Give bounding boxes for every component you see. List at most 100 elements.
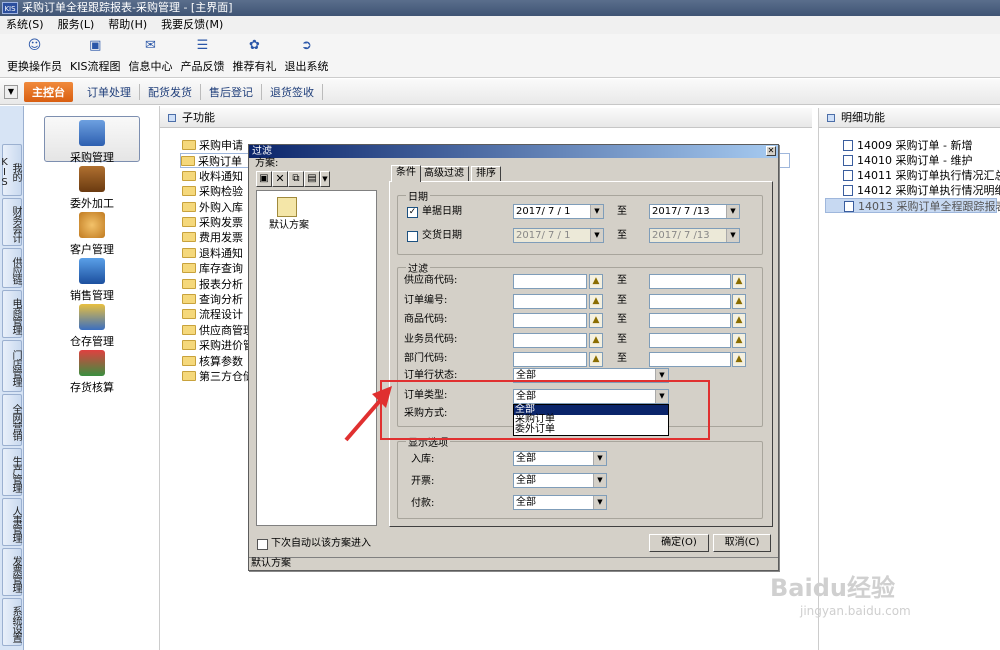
bill-date-checkbox[interactable]: ✓ [407, 207, 418, 218]
module-warehouse[interactable]: 仓存管理 [44, 304, 140, 349]
lookup-icon[interactable]: ▲ [589, 293, 603, 309]
delete-icon[interactable]: ✕ [272, 171, 288, 187]
delivery-date-to[interactable]: 2017/ 7 /13 ▼ [649, 228, 740, 243]
subfunction-item[interactable]: 库存查询 [182, 261, 243, 276]
close-icon[interactable]: ✕ [766, 146, 776, 156]
vtab-production[interactable]: 生产管理 [2, 448, 22, 496]
inbound-select[interactable]: 全部 ▼ [513, 451, 607, 466]
detail-item[interactable]: 14012 采购订单执行情况明细表 [843, 183, 1000, 198]
filter-from-input[interactable] [513, 352, 587, 367]
subfunction-item[interactable]: 采购检验 [182, 184, 243, 199]
tab-conditions[interactable]: 条件 [391, 165, 421, 182]
delivery-date-from[interactable]: 2017/ 7 / 1 ▼ [513, 228, 604, 243]
filter-from-input[interactable] [513, 293, 587, 309]
filter-from-input[interactable] [513, 274, 587, 289]
filter-to-input[interactable] [649, 332, 731, 348]
filter-to-input[interactable] [649, 274, 731, 289]
menu-system[interactable]: 系统(S) [6, 16, 52, 34]
to-label: 至 [617, 314, 627, 325]
filter-from-input[interactable] [513, 332, 587, 348]
subfunction-item[interactable]: 采购申请 [182, 138, 243, 153]
filter-from-input[interactable] [513, 313, 587, 328]
watermark-brand: Baidu经验 [770, 574, 895, 602]
subfunction-item[interactable]: 外购入库 [182, 200, 243, 215]
exit-icon: ➲ [301, 38, 312, 53]
kis-flowchart-button[interactable]: ▣ KIS流程图 [67, 34, 123, 77]
subfunction-item[interactable]: 核算参数 [182, 354, 243, 369]
filter-to-input[interactable] [649, 352, 731, 367]
detail-item[interactable]: 14010 采购订单 - 维护 [843, 153, 972, 168]
properties-icon[interactable]: ▤ [304, 171, 320, 187]
vtab-hr[interactable]: 人事管理 [2, 498, 22, 546]
delivery-date-checkbox[interactable] [407, 231, 418, 242]
vtab-marketing[interactable]: 全网营销 [2, 394, 22, 446]
lookup-icon[interactable]: ▲ [732, 332, 746, 348]
subfunction-item[interactable]: 查询分析 [182, 292, 243, 307]
menu-feedback[interactable]: 我要反馈(M) [161, 16, 231, 34]
lookup-icon[interactable]: ▲ [732, 352, 746, 367]
subfunction-item[interactable]: 流程设计 [182, 307, 243, 322]
lookup-icon[interactable]: ▲ [732, 274, 746, 289]
tab-order-processing[interactable]: 订单处理 [79, 83, 140, 100]
detail-item[interactable]: 14009 采购订单 - 新增 [843, 138, 972, 153]
tab-return-receipt[interactable]: 退货签收 [262, 83, 323, 100]
filter-to-input[interactable] [649, 293, 731, 309]
invoice-select[interactable]: 全部 ▼ [513, 473, 607, 488]
subfunction-item[interactable]: 费用发票 [182, 230, 243, 245]
subfunction-item[interactable]: 采购进价管 [182, 338, 254, 353]
lookup-icon[interactable]: ▲ [589, 313, 603, 328]
module-inventory-costing[interactable]: 存货核算 [44, 350, 140, 395]
module-purchase[interactable]: 采购管理 [44, 116, 140, 164]
detail-item[interactable]: 14011 采购订单执行情况汇总表 [843, 168, 1000, 183]
subfunction-item[interactable]: 供应商管理 [182, 323, 254, 338]
lookup-icon[interactable]: ▲ [589, 332, 603, 348]
filter-to-input[interactable] [649, 313, 731, 328]
module-customer[interactable]: 客户管理 [44, 212, 140, 257]
lookup-icon[interactable]: ▲ [732, 313, 746, 328]
subfunction-item[interactable]: 报表分析 [182, 277, 243, 292]
detail-item-selected[interactable]: 14013 采购订单全程跟踪报表 [825, 198, 1000, 213]
product-feedback-button[interactable]: ☰ 产品反馈 [177, 34, 227, 77]
module-sales[interactable]: 销售管理 [44, 258, 140, 303]
auto-enter-checkbox[interactable] [257, 539, 268, 550]
payment-select[interactable]: 全部 ▼ [513, 495, 607, 510]
subfunction-item[interactable]: 收料通知 [182, 169, 243, 184]
save-icon[interactable]: ▣ [256, 171, 272, 187]
bill-date-from[interactable]: 2017/ 7 / 1 ▼ [513, 204, 604, 219]
scheme-item-default[interactable]: 默认方案 [269, 219, 309, 233]
tab-advanced-filter[interactable]: 高级过滤 [419, 166, 469, 182]
module-outsourcing[interactable]: 委外加工 [44, 166, 140, 211]
ok-button[interactable]: 确定(O) [649, 534, 709, 552]
document-icon [843, 140, 853, 151]
subfunction-item[interactable]: 采购发票 [182, 215, 243, 230]
menu-service[interactable]: 服务(L) [58, 16, 103, 34]
vtab-finance[interactable]: 财务会计 [2, 198, 22, 246]
lookup-icon[interactable]: ▲ [589, 352, 603, 367]
vtab-store[interactable]: 门店管理 [2, 340, 22, 392]
chevron-down-icon[interactable]: ▼ [320, 171, 330, 187]
vtab-settings[interactable]: 系统设置 [2, 598, 22, 646]
subfunction-item[interactable]: 退料通知 [182, 246, 243, 261]
change-operator-button[interactable]: ☺ 更换操作员 [4, 34, 65, 77]
menu-help[interactable]: 帮助(H) [108, 16, 155, 34]
cancel-button[interactable]: 取消(C) [713, 534, 771, 552]
lookup-icon[interactable]: ▲ [732, 293, 746, 309]
subfunction-item[interactable]: 第三方仓储 [182, 369, 254, 384]
tab-aftersale[interactable]: 售后登记 [201, 83, 262, 100]
copy-icon[interactable]: ⧉ [288, 171, 304, 187]
lookup-icon[interactable]: ▲ [589, 274, 603, 289]
vtab-invoice[interactable]: 发票管理 [2, 548, 22, 596]
tab-sort[interactable]: 排序 [471, 166, 501, 182]
tab-main-console[interactable]: 主控台 [24, 81, 73, 102]
chevron-down-icon[interactable]: ▼ [4, 84, 18, 99]
bill-date-to[interactable]: 2017/ 7 /13 ▼ [649, 204, 740, 219]
vtab-my-kis[interactable]: 我的KIS [0, 144, 22, 196]
exit-system-button[interactable]: ➲ 退出系统 [281, 34, 331, 77]
folder-icon [277, 197, 297, 217]
option-outsource-order[interactable]: 委外订单 [514, 425, 668, 435]
vtab-supply-chain[interactable]: 供应链 [2, 248, 22, 288]
recommend-button[interactable]: ✿ 推荐有礼 [229, 34, 279, 77]
tab-delivery[interactable]: 配货发货 [140, 83, 201, 100]
info-center-button[interactable]: ✉ 信息中心 [125, 34, 175, 77]
vtab-ecommerce[interactable]: 电商管理 [2, 290, 22, 338]
